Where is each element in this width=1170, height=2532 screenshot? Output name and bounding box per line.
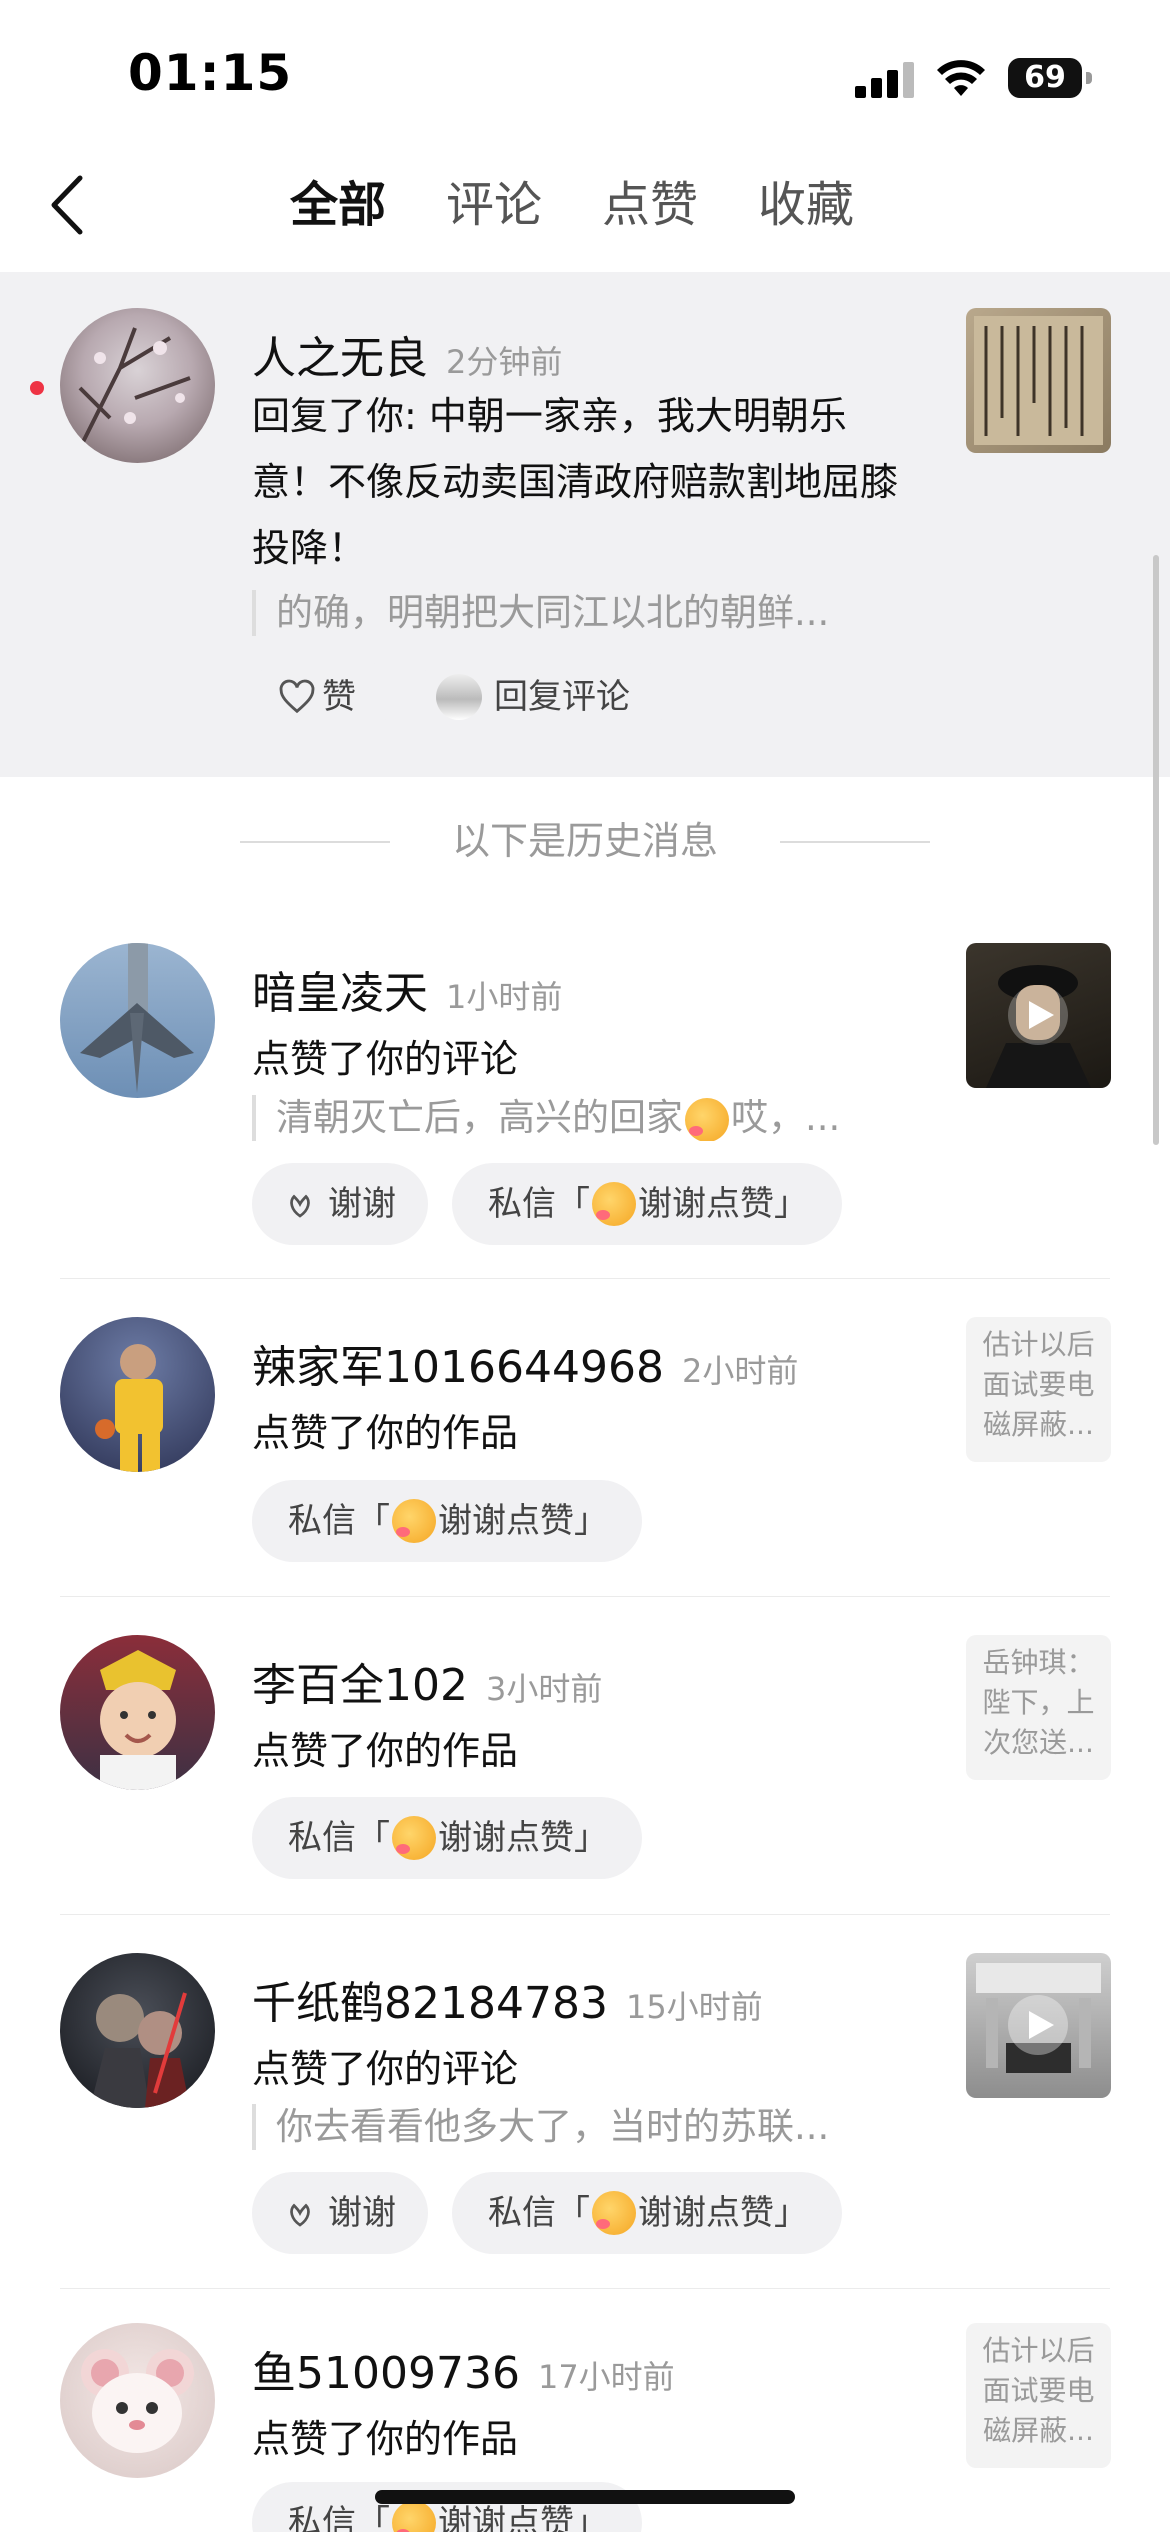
post-text-thumbnail[interactable]: 估计以后面试要电磁屏蔽... xyxy=(966,2323,1111,2468)
action-text: 点赞了你的作品 xyxy=(252,1729,519,1773)
dm-prefix: 私信「 xyxy=(488,2193,590,2233)
divider xyxy=(60,1914,1110,1915)
dm-prefix: 私信「 xyxy=(288,1818,390,1858)
timestamp: 2小时前 xyxy=(681,1352,799,1390)
unread-dot xyxy=(30,381,44,395)
flower-icon xyxy=(290,2203,310,2227)
thanks-label: 谢谢 xyxy=(328,1184,396,1224)
mini-avatar xyxy=(436,674,482,720)
blushing-emoji-icon xyxy=(392,1499,436,1543)
thanks-label: 谢谢 xyxy=(328,2193,396,2233)
reply-comment-button[interactable]: 回复评论 xyxy=(416,656,668,738)
divider-line xyxy=(780,841,930,843)
thanks-button[interactable]: 谢谢 xyxy=(252,2172,428,2254)
timestamp: 3小时前 xyxy=(485,1670,603,1708)
timestamp: 15小时前 xyxy=(625,1988,763,2026)
wifi-icon xyxy=(937,60,985,96)
reply-comment-label: 回复评论 xyxy=(494,677,630,717)
reply-text[interactable]: 回复了你: 中朝一家亲，我大明朝乐意！不像反动卖国清政府赔款割地屈膝投降！ xyxy=(252,383,912,581)
avatar[interactable] xyxy=(60,1953,215,2108)
post-text-thumbnail[interactable]: 岳钟琪：陛下，上次您送... xyxy=(966,1635,1111,1780)
dm-thanks-button[interactable]: 私信「 谢谢点赞」 xyxy=(252,1797,642,1879)
action-text: 点赞了你的评论 xyxy=(252,2047,519,2091)
like-button[interactable]: 赞 xyxy=(252,656,392,738)
tab-favorites[interactable]: 收藏 xyxy=(758,170,854,240)
quote-tail: 哎，... xyxy=(731,1096,841,1139)
divider xyxy=(60,1596,1110,1597)
thanks-button[interactable]: 谢谢 xyxy=(252,1163,428,1245)
username-text[interactable]: 李百全102 xyxy=(252,1660,468,1711)
dm-prefix: 私信「 xyxy=(288,2503,390,2532)
avatar[interactable] xyxy=(60,1317,215,1472)
username[interactable]: 暗皇凌天 1小时前 xyxy=(252,957,562,1021)
timestamp: 1小时前 xyxy=(446,978,563,1016)
history-label: 以下是历史消息 xyxy=(451,819,718,863)
home-indicator[interactable] xyxy=(375,2490,795,2504)
blushing-emoji-icon xyxy=(392,2501,436,2532)
username-text[interactable]: 暗皇凌天 xyxy=(252,968,428,1019)
tab-bar: 全部 评论 点赞 收藏 xyxy=(290,170,914,240)
post-thumbnail[interactable] xyxy=(966,308,1111,453)
like-label: 赞 xyxy=(322,677,356,717)
avatar[interactable] xyxy=(60,308,215,463)
action-text: 点赞了你的作品 xyxy=(252,2417,519,2461)
avatar[interactable] xyxy=(60,1635,215,1790)
signal-icon xyxy=(855,62,915,98)
dm-suffix: 谢谢点赞」 xyxy=(438,1501,608,1541)
username[interactable]: 千纸鹤82184783 15小时前 xyxy=(252,1967,763,2031)
dm-thanks-button[interactable]: 私信「 谢谢点赞」 xyxy=(452,1163,842,1245)
username-text[interactable]: 辣家军1016644968 xyxy=(252,1342,664,1393)
blushing-emoji-icon xyxy=(592,2191,636,2235)
blushing-emoji-icon xyxy=(592,1182,636,1226)
laughing-emoji-icon xyxy=(685,1097,729,1141)
divider xyxy=(60,2288,1110,2289)
status-time: 01:15 xyxy=(128,44,293,102)
status-bar: 01:15 69 xyxy=(0,0,1170,150)
username[interactable]: 人之无良 2分钟前 xyxy=(252,322,562,386)
username[interactable]: 辣家军1016644968 2小时前 xyxy=(252,1331,798,1395)
username-text[interactable]: 鱼51009736 xyxy=(252,2348,520,2399)
heart-icon xyxy=(279,679,315,714)
dm-suffix: 谢谢点赞」 xyxy=(638,2193,808,2233)
quoted-comment[interactable]: 你去看看他多大了，当时的苏联... xyxy=(252,2104,922,2150)
timestamp: 17小时前 xyxy=(537,2358,675,2396)
blushing-emoji-icon xyxy=(392,1816,436,1860)
divider xyxy=(60,1278,1110,1279)
tab-comments[interactable]: 评论 xyxy=(446,170,542,240)
dm-prefix: 私信「 xyxy=(288,1501,390,1541)
battery-icon: 69 xyxy=(1008,58,1092,98)
username[interactable]: 李百全102 3小时前 xyxy=(252,1649,602,1713)
flower-icon xyxy=(290,1194,310,1218)
username[interactable]: 鱼51009736 17小时前 xyxy=(252,2337,675,2401)
avatar[interactable] xyxy=(60,943,215,1098)
dm-thanks-button[interactable]: 私信「 谢谢点赞」 xyxy=(252,1480,642,1562)
username-text[interactable]: 千纸鹤82184783 xyxy=(252,1978,608,2029)
battery-level: 69 xyxy=(1008,58,1082,98)
dm-thanks-button[interactable]: 私信「 谢谢点赞」 xyxy=(452,2172,842,2254)
action-text: 点赞了你的作品 xyxy=(252,1411,519,1455)
quoted-comment[interactable]: 的确，明朝把大同江以北的朝鲜... xyxy=(252,590,912,636)
quoted-comment[interactable]: 清朝灭亡后，高兴的回家 哎，... xyxy=(252,1095,922,1141)
back-arrow-icon[interactable] xyxy=(40,170,100,240)
action-text: 点赞了你的评论 xyxy=(252,1037,519,1081)
timestamp: 2分钟前 xyxy=(446,343,563,381)
post-text-thumbnail[interactable]: 估计以后面试要电磁屏蔽... xyxy=(966,1317,1111,1462)
tab-likes[interactable]: 点赞 xyxy=(602,170,698,240)
username-text[interactable]: 人之无良 xyxy=(252,333,428,384)
dm-suffix: 谢谢点赞」 xyxy=(638,1184,808,1224)
avatar[interactable] xyxy=(60,2323,215,2478)
dm-suffix: 谢谢点赞」 xyxy=(438,1818,608,1858)
scrollbar[interactable] xyxy=(1153,555,1159,1145)
video-thumbnail[interactable] xyxy=(966,1953,1111,2098)
video-thumbnail[interactable] xyxy=(966,943,1111,1088)
dm-prefix: 私信「 xyxy=(488,1184,590,1224)
tab-all[interactable]: 全部 xyxy=(290,170,386,240)
quote-text: 清朝灭亡后，高兴的回家 xyxy=(276,1096,683,1139)
